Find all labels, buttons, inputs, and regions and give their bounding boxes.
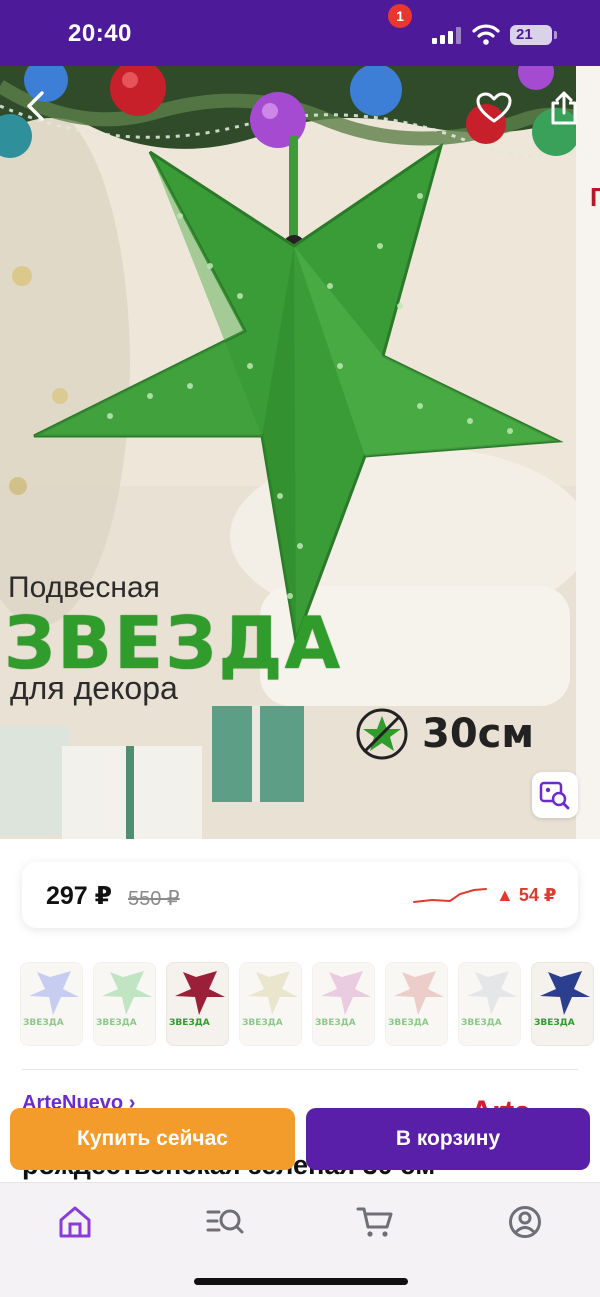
- price-old: 550 ₽: [128, 888, 180, 910]
- chevron-left-icon: [27, 91, 44, 121]
- thumbnail-star-icon: [175, 971, 225, 1015]
- buy-now-button[interactable]: Купить сейчас: [10, 1108, 295, 1170]
- thumbnail-item[interactable]: ЗВЕЗДА: [312, 962, 375, 1046]
- thumbnail-star-icon: [29, 971, 79, 1015]
- share-button[interactable]: [544, 88, 584, 128]
- star-size-icon: [356, 708, 408, 760]
- product-image-carousel[interactable]: П Подвесная ЗВЕЗДА для декора 30см: [0, 66, 600, 839]
- cart-count-badge: 1: [388, 4, 412, 28]
- divider: [22, 1069, 578, 1070]
- thumbnail-item[interactable]: ЗВЕЗДА: [458, 962, 521, 1046]
- add-to-cart-button[interactable]: В корзину: [306, 1108, 590, 1170]
- status-time: 20:40: [68, 20, 132, 47]
- size-badge: 30см: [354, 706, 534, 762]
- image-caption-line3: для декора: [10, 670, 178, 706]
- thumbnail-item[interactable]: ЗВЕЗДА: [166, 962, 229, 1046]
- battery-icon: 21: [510, 25, 552, 45]
- tab-catalog[interactable]: [200, 1197, 250, 1247]
- favorite-button[interactable]: [474, 88, 514, 128]
- thumbnail-star-icon: [102, 971, 152, 1015]
- share-icon: [551, 91, 577, 125]
- signal-icon: [432, 26, 464, 44]
- wifi-icon: [472, 24, 500, 45]
- thumbnail-star-icon: [248, 971, 298, 1015]
- back-button[interactable]: [16, 86, 56, 126]
- thumbnail-label: ЗВЕЗДА: [461, 1018, 502, 1028]
- price-change: ▲ 54 ₽: [496, 885, 557, 905]
- next-image-caption: П: [590, 182, 600, 212]
- catalog-search-icon: [206, 1209, 244, 1234]
- home-indicator: [194, 1278, 408, 1285]
- status-bar: 20:40 21: [0, 0, 600, 66]
- price-current: 297 ₽: [46, 882, 113, 910]
- thumbnail-star-icon: [321, 971, 371, 1015]
- tab-cart[interactable]: [350, 1197, 400, 1247]
- image-caption-line1: Подвесная: [8, 571, 160, 604]
- thumbnail-strip[interactable]: ЗВЕЗДА ЗВЕЗДА ЗВЕЗДА ЗВЕЗДА ЗВЕЗДА ЗВЕЗДА ЗВЕЗ…: [20, 962, 600, 1046]
- thumbnail-item[interactable]: ЗВЕЗДА: [531, 962, 594, 1046]
- tab-home[interactable]: [50, 1197, 100, 1247]
- battery-level: 21: [516, 26, 533, 43]
- profile-icon: [509, 1206, 541, 1238]
- thumbnail-item[interactable]: ЗВЕЗДА: [20, 962, 83, 1046]
- cart-icon: [356, 1207, 393, 1237]
- thumbnail-item[interactable]: ЗВЕЗДА: [239, 962, 302, 1046]
- thumbnail-label: ЗВЕЗДА: [534, 1018, 575, 1028]
- price-card[interactable]: 297 ₽ 550 ₽ ▲ 54 ₽: [22, 862, 578, 928]
- price-history-sparkline-icon: [413, 888, 487, 903]
- thumbnail-label: ЗВЕЗДА: [388, 1018, 429, 1028]
- image-search-icon: [539, 781, 570, 810]
- thumbnail-label: ЗВЕЗДА: [169, 1018, 210, 1028]
- home-icon: [59, 1206, 91, 1238]
- thumbnail-star-icon: [540, 971, 590, 1015]
- visual-search-button[interactable]: [532, 772, 578, 818]
- thumbnail-label: ЗВЕЗДА: [315, 1018, 356, 1028]
- thumbnail-label: ЗВЕЗДА: [242, 1018, 283, 1028]
- thumbnail-label: ЗВЕЗДА: [96, 1018, 137, 1028]
- heart-icon: [476, 92, 512, 123]
- battery-nub: [554, 31, 557, 39]
- thumbnail-item[interactable]: ЗВЕЗДА: [385, 962, 448, 1046]
- thumbnail-item[interactable]: ЗВЕЗДА: [93, 962, 156, 1046]
- thumbnail-label: ЗВЕЗДА: [23, 1018, 64, 1028]
- tab-profile[interactable]: [500, 1197, 550, 1247]
- thumbnail-star-icon: [394, 971, 444, 1015]
- size-label: 30см: [422, 711, 535, 757]
- thumbnail-star-icon: [467, 971, 517, 1015]
